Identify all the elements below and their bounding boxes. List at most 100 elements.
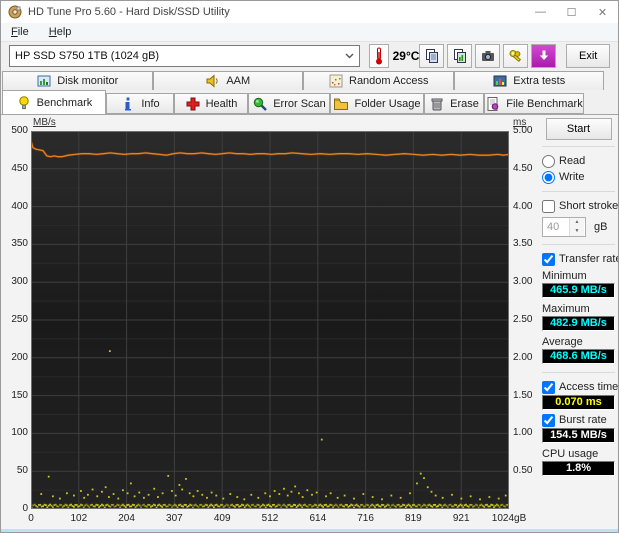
y2-axis-tick: 3.50 <box>513 238 533 250</box>
read-radio-label: Read <box>559 155 586 167</box>
x-axis-tick: 716 <box>357 513 374 524</box>
spinner-up-icon[interactable]: ▲ <box>570 218 584 227</box>
copy-text-button[interactable] <box>419 44 445 68</box>
y2-axis-tick: 0.50 <box>513 465 533 477</box>
x-axis-tick: 512 <box>261 513 279 524</box>
tab-random-access[interactable]: Random Access <box>303 71 454 90</box>
options-button[interactable] <box>503 44 529 68</box>
menu-bar: File Help <box>1 23 618 42</box>
transfer-rate-checkbox[interactable] <box>542 252 555 266</box>
toolbar: HP SSD S750 1TB (1024 gB) 29°C Exit <box>1 42 618 70</box>
tab-label: Error Scan <box>273 97 326 110</box>
write-radio[interactable] <box>542 170 555 184</box>
tab-strip-primary: Benchmark Info Health Error Scan Folder … <box>1 90 618 114</box>
menu-file[interactable]: File <box>9 26 31 38</box>
menu-help[interactable]: Help <box>47 26 74 38</box>
minimize-button[interactable]: — <box>525 1 556 23</box>
drive-select-value: HP SSD S750 1TB (1024 gB) <box>15 50 160 62</box>
y-axis-title: MB/s <box>33 117 56 128</box>
x-axis-tick: 204 <box>118 513 135 524</box>
y-axis-tick: 350 <box>11 238 28 250</box>
exit-button[interactable]: Exit <box>566 44 610 68</box>
x-axis-tick: 409 <box>213 513 231 524</box>
cpu-usage-label: CPU usage <box>542 448 599 460</box>
separator <box>542 146 615 147</box>
tab-info[interactable]: Info <box>106 93 174 114</box>
average-value: 468.6 MB/s <box>542 349 615 364</box>
y-axis-tick: 450 <box>11 162 28 174</box>
benchmark-controls: Start Read Write Short stroke ▲ <box>542 118 618 478</box>
spinner-down-icon[interactable]: ▼ <box>570 227 584 236</box>
benchmark-chart: MB/s ms 500 450 400 350 300 250 200 150 100 50 0 5.… <box>7 117 547 529</box>
maximize-button[interactable]: ☐ <box>556 1 587 23</box>
app-window: HD Tune Pro 5.60 - Hard Disk/SSD Utility… <box>0 0 619 533</box>
random-access-icon <box>329 74 343 88</box>
average-label: Average <box>542 336 583 348</box>
update-button[interactable] <box>531 44 557 68</box>
screenshot-button[interactable] <box>475 44 501 68</box>
tab-benchmark[interactable]: Benchmark <box>2 90 106 114</box>
y-axis-tick: 250 <box>11 314 28 325</box>
separator <box>542 372 615 373</box>
chart-canvas <box>31 131 509 509</box>
y2-axis-tick: 2.50 <box>513 314 533 325</box>
tab-label: Erase <box>450 97 479 110</box>
copy-text-icon <box>425 49 438 63</box>
separator <box>542 244 615 245</box>
keys-icon <box>509 50 521 63</box>
tab-label: Info <box>141 97 160 110</box>
minimum-label: Minimum <box>542 270 587 282</box>
chevron-down-icon <box>341 46 359 66</box>
burst-rate-checkbox[interactable] <box>542 413 555 427</box>
short-stroke-size-input[interactable] <box>543 218 569 236</box>
read-radio[interactable] <box>542 154 555 168</box>
x-axis-tick: 307 <box>166 513 183 524</box>
tab-error-scan[interactable]: Error Scan <box>248 93 330 114</box>
tab-disk-monitor[interactable]: Disk monitor <box>2 71 153 90</box>
copy-image-button[interactable] <box>447 44 473 68</box>
short-stroke-size-field[interactable]: ▲ ▼ <box>542 217 586 237</box>
write-radio-label: Write <box>559 171 585 183</box>
download-arrow-icon <box>539 50 549 60</box>
y2-axis-tick: 3.00 <box>513 276 533 288</box>
y2-axis-tick: 2.00 <box>513 351 533 363</box>
disk-monitor-icon <box>37 75 51 87</box>
tab-folder-usage[interactable]: Folder Usage <box>330 93 424 114</box>
tab-erase[interactable]: Erase <box>424 93 484 114</box>
x-axis-tick: 819 <box>405 513 422 524</box>
copy-image-icon <box>453 49 466 63</box>
start-button[interactable]: Start <box>545 118 612 140</box>
tab-aam[interactable]: AAM <box>152 71 303 90</box>
temperature-value: 29°C <box>392 49 420 63</box>
tab-label: AAM <box>226 75 251 87</box>
y-axis-tick: 150 <box>11 389 28 401</box>
y-axis-tick: 50 <box>16 465 28 477</box>
thermometer-icon <box>375 47 382 65</box>
spinner-buttons[interactable]: ▲ ▼ <box>569 218 584 236</box>
tab-health[interactable]: Health <box>174 93 248 114</box>
benchmark-page: MB/s ms 500 450 400 350 300 250 200 150 100 50 0 5.… <box>1 114 618 532</box>
short-stroke-checkbox[interactable] <box>542 199 555 213</box>
minimum-value: 465.9 MB/s <box>542 283 615 298</box>
access-time-value: 0.070 ms <box>542 395 615 410</box>
tab-label: Benchmark <box>36 96 93 109</box>
y2-axis-tick: 4.50 <box>513 162 533 174</box>
tab-extra-tests[interactable]: Extra tests <box>453 71 604 90</box>
y-axis-tick: 200 <box>11 351 28 363</box>
chart-plot-area <box>31 131 509 509</box>
tab-file-benchmark[interactable]: File Benchmark <box>484 93 584 114</box>
app-icon <box>8 5 22 19</box>
y-axis-tick: 400 <box>11 200 28 212</box>
folder-icon <box>334 98 349 110</box>
close-button[interactable]: ✕ <box>587 1 618 23</box>
tab-label: Folder Usage <box>354 97 421 110</box>
title-bar: HD Tune Pro 5.60 - Hard Disk/SSD Utility… <box>1 1 618 23</box>
x-axis-tick: 614 <box>309 513 327 524</box>
x-axis-tick: 1024gB <box>491 513 527 524</box>
info-icon <box>125 97 132 110</box>
tab-strip-secondary: Disk monitor AAM Random Access Extra tes… <box>1 70 618 90</box>
access-time-checkbox[interactable] <box>542 380 555 394</box>
magnifier-icon <box>254 97 268 111</box>
drive-select[interactable]: HP SSD S750 1TB (1024 gB) <box>9 45 360 67</box>
window-bottom-accent <box>1 529 618 532</box>
